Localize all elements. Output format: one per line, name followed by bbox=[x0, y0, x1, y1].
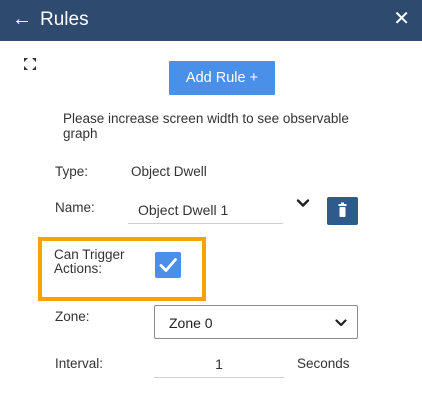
close-icon[interactable]: ✕ bbox=[393, 6, 410, 32]
type-label: Type: bbox=[55, 164, 89, 179]
interval-label: Interval: bbox=[55, 356, 104, 371]
name-label: Name: bbox=[55, 200, 95, 215]
header-bar: ← Rules ✕ bbox=[0, 0, 422, 41]
chevron-down-icon[interactable] bbox=[296, 196, 310, 210]
back-arrow-icon[interactable]: ← bbox=[12, 7, 32, 31]
expand-icon[interactable] bbox=[22, 56, 38, 72]
page-title: Rules bbox=[40, 9, 89, 30]
name-input[interactable] bbox=[128, 196, 283, 224]
chevron-down-icon bbox=[335, 319, 347, 327]
zone-label: Zone: bbox=[55, 309, 90, 324]
add-rule-button[interactable]: Add Rule + bbox=[169, 61, 275, 95]
delete-rule-button[interactable] bbox=[327, 197, 358, 225]
interval-input[interactable] bbox=[154, 350, 284, 378]
checkmark-icon bbox=[159, 258, 177, 272]
type-value: Object Dwell bbox=[131, 164, 207, 179]
interval-unit: Seconds bbox=[297, 356, 350, 371]
zone-selected-value: Zone 0 bbox=[169, 315, 213, 331]
zone-select[interactable]: Zone 0 bbox=[154, 305, 358, 339]
can-trigger-actions-label: Can Trigger Actions: bbox=[54, 247, 125, 276]
can-trigger-actions-checkbox[interactable] bbox=[155, 252, 181, 278]
screen-width-notice: Please increase screen width to see obse… bbox=[63, 111, 349, 141]
trash-icon bbox=[338, 202, 347, 217]
